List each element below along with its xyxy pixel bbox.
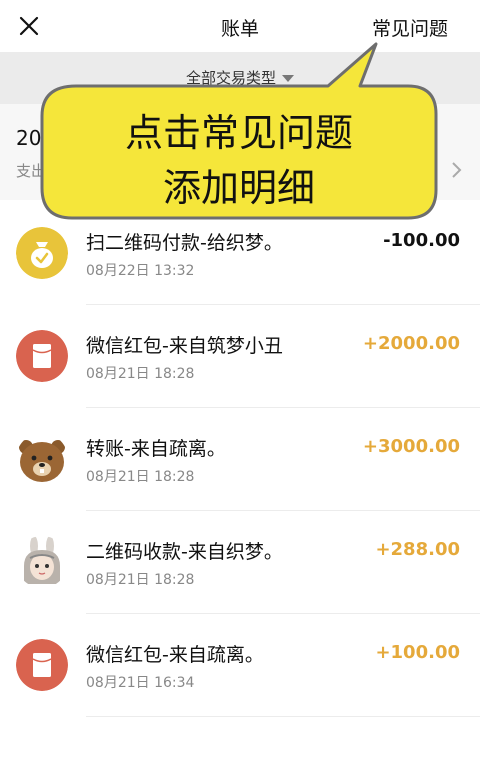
transaction-name: 转账-来自疏离。	[86, 438, 226, 460]
transaction-row[interactable]: 二维码收款-来自织梦。 08月21日 18:28 +288.00	[0, 511, 480, 614]
chevron-right-icon	[452, 162, 462, 178]
transaction-time: 08月22日 13:32	[86, 263, 195, 279]
transaction-time: 08月21日 16:34	[86, 675, 195, 691]
transaction-name: 二维码收款-来自织梦。	[86, 541, 283, 563]
transaction-row[interactable]: 微信红包-来自筑梦小丑 08月21日 18:28 +2000.00	[0, 305, 480, 408]
transaction-amount: +2000.00	[362, 333, 460, 354]
transaction-name: 扫二维码付款-给织梦。	[86, 232, 283, 254]
transaction-name: 微信红包-来自疏离。	[86, 644, 264, 666]
transaction-list: 扫二维码付款-给织梦。 08月22日 13:32 -100.00 微信红包-来自…	[0, 202, 480, 717]
red-packet-icon	[16, 639, 68, 691]
money-bag-icon	[16, 227, 68, 279]
transaction-time: 08月21日 18:28	[86, 469, 195, 485]
transaction-time: 08月21日 18:28	[86, 572, 195, 588]
faq-link[interactable]: 常见问题	[372, 14, 448, 41]
transaction-name: 微信红包-来自筑梦小丑	[86, 335, 283, 357]
transaction-time: 08月21日 18:28	[86, 366, 195, 382]
transaction-amount: +288.00	[375, 539, 460, 560]
transaction-row[interactable]: 微信红包-来自疏离。 08月21日 16:34 +100.00	[0, 614, 480, 717]
callout-line-1: 点击常见问题	[124, 111, 353, 155]
girl-avatar	[16, 536, 68, 588]
transaction-amount: +100.00	[375, 642, 460, 663]
transaction-amount: -100.00	[383, 230, 460, 251]
callout-line-2: 添加明细	[162, 166, 315, 210]
transaction-row[interactable]: 转账-来自疏离。 08月21日 18:28 +3000.00	[0, 408, 480, 511]
red-packet-icon	[16, 330, 68, 382]
bear-avatar	[16, 433, 68, 485]
tooltip-callout: 点击常见问题 添加明细	[36, 40, 442, 222]
transaction-amount: +3000.00	[362, 436, 460, 457]
row-divider	[86, 716, 480, 717]
